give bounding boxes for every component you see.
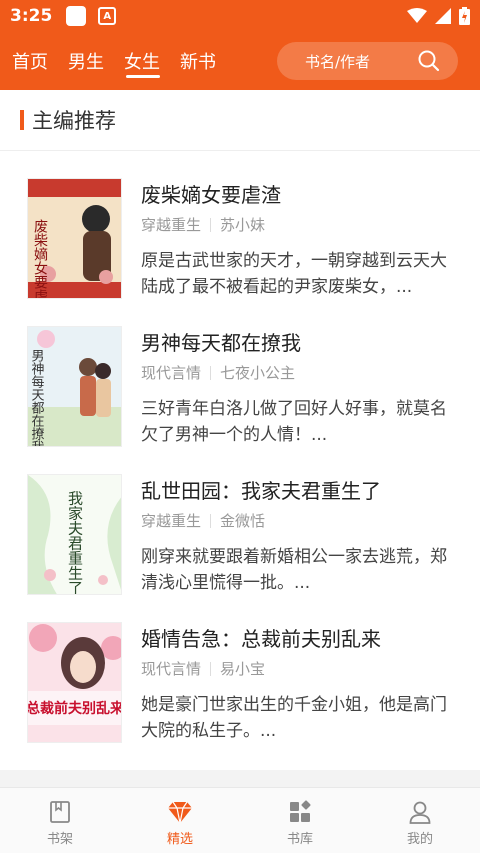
signal-icon [435,8,451,24]
cover-title-text: 总裁前夫别乱来 [28,700,122,717]
section-accent-bar [20,110,24,130]
cover-art-1: 废柴嫡女要虐渣 [28,179,121,299]
book-item[interactable]: 男神每天都在撩我 男神每天都在撩我 现代言情 七夜小公主 三好青年白洛儿做了回好… [0,326,480,474]
book-title[interactable]: 乱世田园：我家夫君重生了 [141,475,381,504]
nav-library[interactable]: 书库 [240,788,360,853]
book-meta: 现代言情 易小宝 [141,658,265,679]
book-cover[interactable]: 男神每天都在撩我 [27,326,122,447]
user-icon [409,801,431,824]
section-header: 主编推荐 [0,90,480,151]
book-description: 原是古武世家的天才，一朝穿越到云天大陆成了最不被看起的尹家废柴女，... [141,251,447,297]
book-cover[interactable]: 废柴嫡女要虐渣 [27,178,122,299]
cover-title-text: 男神每天都在撩我 [29,349,45,447]
nav-bookshelf[interactable]: 书架 [0,788,120,853]
meta-divider [210,661,212,676]
cover-title-text: 我家夫君重生了 [66,491,84,596]
search-input[interactable]: 书名/作者 [277,42,458,80]
nav-label: 书库 [286,832,313,847]
nav-featured[interactable]: 精选 [120,788,240,853]
tab-new-books[interactable]: 新书 [180,32,224,90]
book-author: 金微恬 [220,512,266,530]
book-cover[interactable]: 总裁前夫别乱来 [27,622,122,743]
book-genre: 穿越重生 [141,216,202,234]
cover-art-2: 男神每天都在撩我 [28,327,121,447]
battery-icon [459,7,470,25]
book-item[interactable]: 我家夫君重生了 乱世田园：我家夫君重生了 穿越重生 金微恬 刚穿来就要跟着新婚相… [0,474,480,622]
tab-home[interactable]: 首页 [12,32,56,90]
nav-profile[interactable]: 我的 [360,788,480,853]
cover-art-4: 总裁前夫别乱来 [28,623,122,742]
book-item[interactable]: 总裁前夫别乱来 婚情告急：总裁前夫别乱来 现代言情 易小宝 她是豪门世家出生的千… [0,622,480,770]
nav-label: 我的 [406,832,433,847]
book-description: 刚穿来就要跟着新婚相公一家去逃荒，郑清浅心里慌得一批。... [141,547,447,593]
tab-label: 首页 [12,52,48,73]
book-author: 七夜小公主 [220,364,296,382]
book-genre: 现代言情 [141,660,202,678]
book-author: 苏小妹 [220,216,266,234]
tab-label: 女生 [124,52,160,73]
book-cover[interactable]: 我家夫君重生了 [27,474,122,595]
tab-label: 男生 [68,52,104,73]
book-item[interactable]: 废柴嫡女要虐渣 废柴嫡女要虐渣 穿越重生 苏小妹 原是古武世家的天才，一朝穿越到… [0,178,480,326]
book-title[interactable]: 男神每天都在撩我 [141,327,301,356]
tab-female[interactable]: 女生 [124,32,168,90]
book-author: 易小宝 [220,660,266,678]
search-placeholder: 书名/作者 [305,52,371,71]
library-grid-icon [290,800,311,822]
tab-male[interactable]: 男生 [68,32,112,90]
nav-label: 书架 [46,832,73,847]
section-title: 主编推荐 [32,109,116,133]
book-description: 三好青年白洛儿做了回好人好事，就莫名欠了男神一个的人情！... [141,399,447,445]
top-nav: 首页 男生 女生 新书 书名/作者 [0,32,480,90]
diamond-icon [168,801,192,824]
nav-label: 精选 [166,832,193,847]
meta-divider [210,365,212,380]
wifi-icon [407,8,427,23]
book-meta: 现代言情 七夜小公主 [141,362,295,383]
status-bar: 3:25 A [0,0,480,32]
meta-divider [210,513,212,528]
cover-title-text: 废柴嫡女要虐渣 [32,219,48,299]
section-divider-band [0,770,480,787]
status-time: 3:25 [10,6,53,26]
app-badge-icon: A [98,7,117,25]
book-meta: 穿越重生 苏小妹 [141,214,265,235]
book-description: 她是豪门世家出生的千金小姐，他是高门大院的私生子。... [141,695,447,741]
book-title[interactable]: 废柴嫡女要虐渣 [141,179,281,208]
book-genre: 穿越重生 [141,512,202,530]
meta-divider [210,217,212,232]
search-icon[interactable] [418,50,440,72]
notification-square-icon [66,6,87,26]
tab-label: 新书 [180,52,216,73]
book-title[interactable]: 婚情告急：总裁前夫别乱来 [141,623,381,652]
book-meta: 穿越重生 金微恬 [141,510,265,531]
bookshelf-icon [50,801,70,823]
cover-art-3: 我家夫君重生了 [28,475,121,596]
bottom-nav: 书架 精选 书库 我的 [0,787,480,853]
book-genre: 现代言情 [141,364,202,382]
